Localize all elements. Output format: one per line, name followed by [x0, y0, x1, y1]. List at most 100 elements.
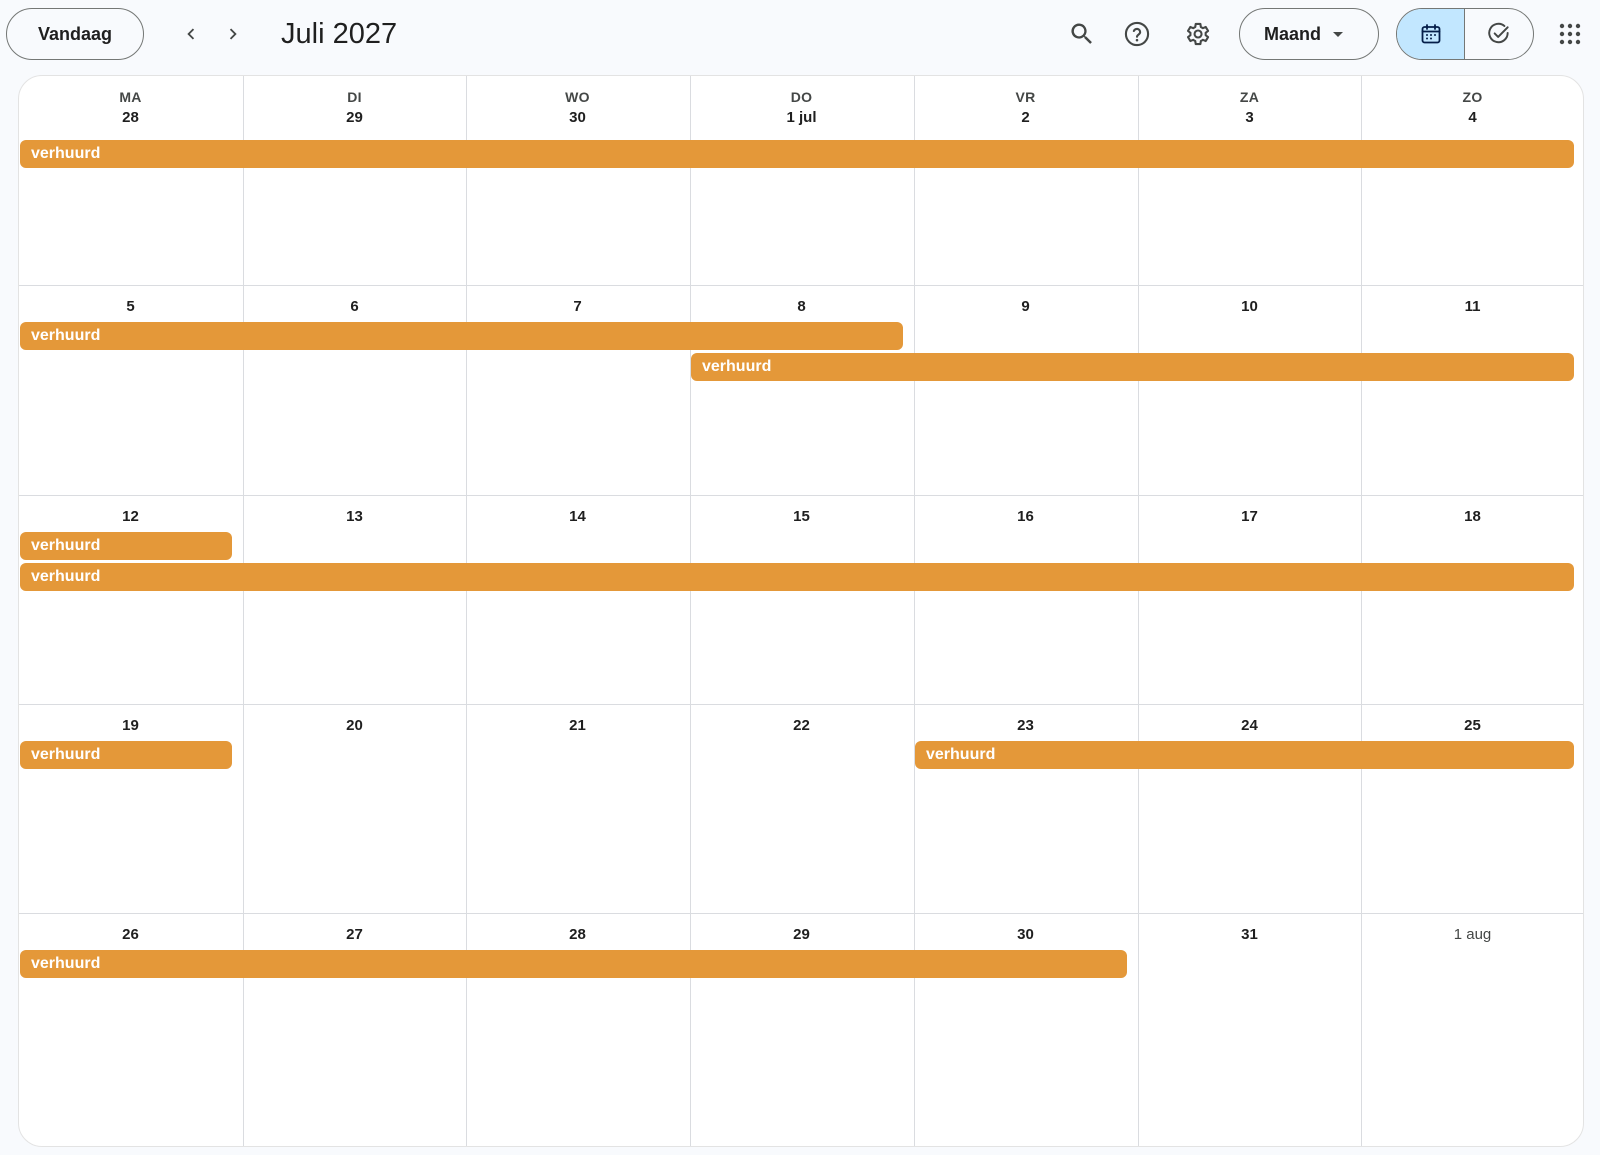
day-cell-header: 9 [914, 296, 1137, 318]
day-number[interactable]: 8 [690, 296, 913, 318]
day-number[interactable]: 11 [1361, 296, 1583, 318]
day-number[interactable]: 21 [466, 715, 689, 737]
event-chip[interactable]: verhuurd [20, 950, 1127, 978]
day-cell-header: 10 [1138, 296, 1361, 318]
help-icon [1124, 21, 1150, 47]
day-number[interactable]: 9 [914, 296, 1137, 318]
day-cell-header: 23 [914, 715, 1137, 737]
event-chip[interactable]: verhuurd [20, 741, 232, 769]
day-cell-header: 5 [19, 296, 242, 318]
day-cell-header: 17 [1138, 506, 1361, 528]
settings-button[interactable] [1176, 13, 1218, 55]
top-bar: Vandaag Juli 2027 Maand [0, 0, 1600, 68]
day-cell-header: WO 30 [466, 87, 689, 129]
day-number[interactable]: 22 [690, 715, 913, 737]
day-number[interactable]: 19 [19, 715, 242, 737]
day-cell-header: 7 [466, 296, 689, 318]
day-number[interactable]: 29 [690, 924, 913, 946]
column-divider [690, 76, 691, 1146]
prev-month-button[interactable] [171, 14, 211, 54]
day-number[interactable]: 3 [1138, 107, 1361, 129]
column-divider [914, 76, 915, 1146]
column-divider [243, 76, 244, 1146]
row-divider [19, 704, 1583, 705]
day-cell-header: 8 [690, 296, 913, 318]
day-cell-header: VR 2 [914, 87, 1137, 129]
view-selector-label: Maand [1264, 23, 1322, 44]
event-chip[interactable]: verhuurd [691, 353, 1574, 381]
search-icon [1071, 23, 1092, 44]
day-number[interactable]: 28 [19, 107, 242, 129]
column-divider [466, 76, 467, 1146]
event-chip[interactable]: verhuurd [20, 140, 1574, 168]
event-chip[interactable]: verhuurd [20, 563, 1574, 591]
column-divider [1138, 76, 1139, 1146]
calendar-view-button[interactable] [1397, 9, 1465, 59]
day-number[interactable]: 16 [914, 506, 1137, 528]
caret-down-icon [1333, 31, 1344, 37]
day-cell-header: 29 [690, 924, 913, 946]
event-chip[interactable]: verhuurd [915, 741, 1574, 769]
row-divider [19, 285, 1583, 286]
next-month-button[interactable] [213, 14, 253, 54]
day-number[interactable]: 18 [1361, 506, 1583, 528]
day-number[interactable]: 13 [243, 506, 466, 528]
day-cell-header: ZA 3 [1138, 87, 1361, 129]
event-chip[interactable]: verhuurd [20, 532, 232, 560]
month-grid: MA 28 DI 29 WO 30 DO 1 jul VR 2 ZA 3 ZO 4 5 6 7 8 9 10 11 12 1… [18, 75, 1584, 1147]
day-number[interactable]: 14 [466, 506, 689, 528]
weekday-label: MA [119, 89, 142, 105]
tasks-view-button[interactable] [1465, 9, 1533, 59]
day-number[interactable]: 23 [914, 715, 1137, 737]
weekday-label: DI [347, 89, 362, 105]
weekday-label: ZO [1462, 89, 1483, 105]
day-number[interactable]: 5 [19, 296, 242, 318]
day-number[interactable]: 30 [914, 924, 1137, 946]
day-number[interactable]: 28 [466, 924, 689, 946]
day-cell-header: ZO 4 [1361, 87, 1583, 129]
day-cell-header: 1 aug [1361, 924, 1583, 946]
day-number[interactable]: 7 [466, 296, 689, 318]
check-circle-icon [1488, 22, 1509, 44]
day-cell-header: 16 [914, 506, 1137, 528]
calendar-tasks-toggle [1396, 8, 1534, 60]
weekday-label: ZA [1239, 89, 1260, 105]
day-number[interactable]: 2 [914, 107, 1137, 129]
apps-button[interactable] [1549, 13, 1591, 55]
day-number[interactable]: 27 [243, 924, 466, 946]
gear-icon [1186, 22, 1210, 46]
day-number[interactable]: 4 [1361, 107, 1583, 129]
day-cell-header: 14 [466, 506, 689, 528]
day-cell-header: 30 [914, 924, 1137, 946]
event-chip[interactable]: verhuurd [20, 322, 903, 350]
day-number[interactable]: 17 [1138, 506, 1361, 528]
day-cell-header: 19 [19, 715, 242, 737]
day-number[interactable]: 6 [243, 296, 466, 318]
weekday-label: WO [565, 89, 590, 105]
day-cell-header: 12 [19, 506, 242, 528]
day-number[interactable]: 1 aug [1361, 924, 1583, 946]
view-selector[interactable]: Maand [1239, 8, 1379, 60]
day-number[interactable]: 25 [1361, 715, 1583, 737]
day-cell-header: DO 1 jul [690, 87, 913, 129]
day-number[interactable]: 1 jul [690, 107, 913, 129]
help-button[interactable] [1116, 13, 1158, 55]
weekday-label: DO [790, 89, 813, 105]
day-cell-header: 6 [243, 296, 466, 318]
day-number[interactable]: 20 [243, 715, 466, 737]
day-number[interactable]: 26 [19, 924, 242, 946]
day-number[interactable]: 29 [243, 107, 466, 129]
today-button[interactable]: Vandaag [6, 8, 144, 60]
day-number[interactable]: 10 [1138, 296, 1361, 318]
day-cell-header: 20 [243, 715, 466, 737]
day-number[interactable]: 15 [690, 506, 913, 528]
day-cell-header: 18 [1361, 506, 1583, 528]
day-cell-header: 24 [1138, 715, 1361, 737]
day-number[interactable]: 30 [466, 107, 689, 129]
search-button[interactable] [1061, 13, 1103, 55]
day-number[interactable]: 24 [1138, 715, 1361, 737]
day-number[interactable]: 12 [19, 506, 242, 528]
page-title: Juli 2027 [281, 18, 398, 50]
column-divider [1361, 76, 1362, 1146]
day-number[interactable]: 31 [1138, 924, 1361, 946]
